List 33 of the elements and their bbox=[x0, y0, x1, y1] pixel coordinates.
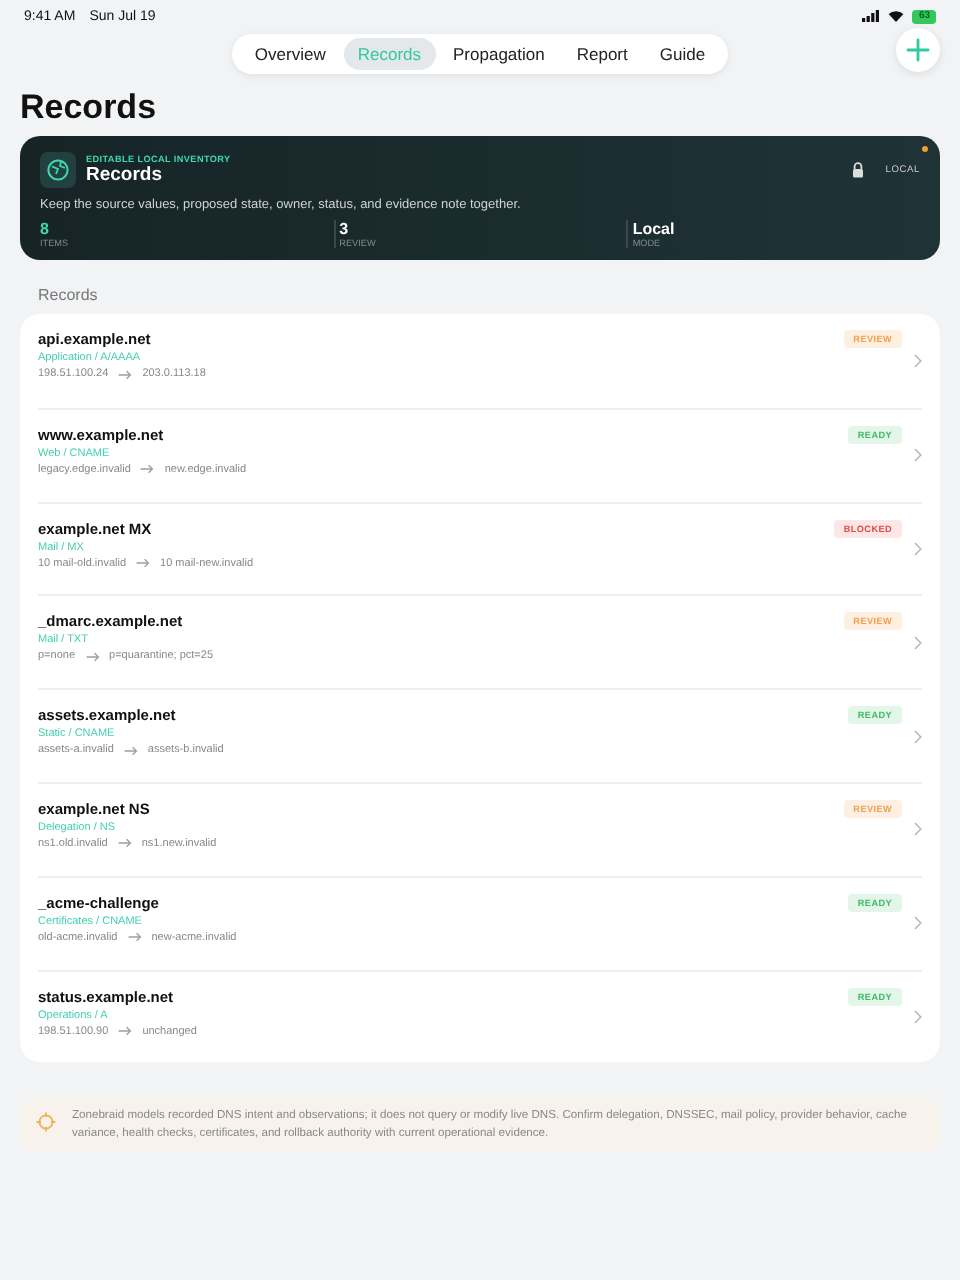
chevron-icon bbox=[914, 1009, 922, 1024]
chevron-icon bbox=[914, 635, 922, 650]
chevron-icon bbox=[914, 729, 922, 744]
stat-value: 8 bbox=[40, 220, 51, 238]
nav-tab[interactable]: Report bbox=[562, 38, 642, 70]
stat-value: Local bbox=[632, 220, 677, 238]
nav-tab[interactable]: Propagation bbox=[439, 38, 559, 70]
nav-tab[interactable]: Overview bbox=[240, 38, 340, 70]
arrow-icon bbox=[118, 369, 133, 379]
crosshair-icon bbox=[36, 1112, 56, 1133]
arrow-icon bbox=[140, 464, 155, 475]
nav-tab[interactable]: Guide bbox=[645, 38, 720, 70]
wifi-icon bbox=[888, 10, 905, 22]
arrow-icon bbox=[85, 651, 100, 662]
chevron-icon bbox=[914, 448, 922, 463]
lock-icon bbox=[851, 162, 864, 178]
chevron-icon bbox=[914, 353, 922, 368]
status-dot bbox=[922, 146, 928, 152]
arrow-icon bbox=[127, 932, 142, 943]
signal-icon bbox=[862, 10, 881, 22]
chevron-icon bbox=[914, 822, 922, 837]
chevron-icon bbox=[914, 541, 922, 556]
chevron-icon bbox=[914, 916, 922, 931]
section-title: Records bbox=[38, 286, 100, 304]
arrow-icon bbox=[118, 1026, 133, 1037]
add-button[interactable] bbox=[896, 28, 940, 72]
arrow-icon bbox=[123, 745, 138, 756]
plus-icon bbox=[906, 38, 930, 62]
arrow-icon bbox=[136, 558, 151, 569]
hero-title: Records bbox=[86, 164, 165, 186]
page-title: Records bbox=[20, 88, 159, 128]
arrow-icon bbox=[117, 838, 132, 849]
stat-value: 3 bbox=[339, 220, 351, 238]
